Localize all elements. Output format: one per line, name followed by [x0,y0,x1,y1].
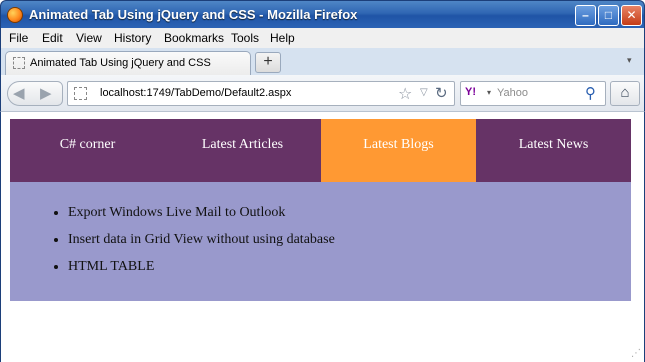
tab-csharp-corner[interactable]: C# corner [10,119,165,182]
browser-tab-strip: Animated Tab Using jQuery and CSS + ▾ [0,48,645,75]
search-input[interactable]: Yahoo [497,87,528,99]
page-viewport: C# corner Latest Articles Latest Blogs L… [0,112,645,362]
tab-widget: C# corner Latest Articles Latest Blogs L… [10,119,631,301]
search-engine-dropdown-icon[interactable]: ▾ [487,88,491,97]
tab-latest-blogs[interactable]: Latest Blogs [321,119,476,182]
url-bar[interactable]: localhost:1749/TabDemo/Default2.aspx ☆ ▽… [67,81,455,106]
window-title: Animated Tab Using jQuery and CSS - Mozi… [29,7,358,22]
menu-view[interactable]: View [76,31,102,45]
tab-latest-articles[interactable]: Latest Articles [165,119,320,182]
firefox-icon [7,7,23,23]
list-all-tabs-icon[interactable]: ▾ [627,55,632,66]
search-icon[interactable]: ⚲ [585,84,596,102]
menu-file[interactable]: File [9,31,28,45]
minimize-button[interactable]: – [575,5,596,26]
new-tab-button[interactable]: + [255,52,281,73]
menu-bookmarks[interactable]: Bookmarks [164,31,224,45]
tab-panel: Export Windows Live Mail to Outlook Inse… [10,182,631,301]
browser-tab-active[interactable]: Animated Tab Using jQuery and CSS [5,51,251,75]
url-dropdown-icon[interactable]: ▽ [420,87,428,98]
yahoo-icon[interactable]: Y! [465,86,476,98]
menu-tools[interactable]: Tools [231,31,259,45]
maximize-button[interactable]: □ [598,5,619,26]
menu-help[interactable]: Help [270,31,295,45]
blog-list: Export Windows Live Mail to Outlook Inse… [68,204,335,285]
list-item: HTML TABLE [68,258,335,285]
resize-grip-icon[interactable]: ⋰ [631,348,641,359]
bookmark-star-icon[interactable]: ☆ [398,84,412,104]
site-identity-icon[interactable] [74,87,87,100]
page-icon [13,57,25,69]
search-bar[interactable]: Y! ▾ Yahoo ⚲ [460,81,606,106]
close-button[interactable]: ✕ [621,5,642,26]
menu-history[interactable]: History [114,31,151,45]
list-item: Insert data in Grid View without using d… [68,231,335,258]
menu-bar: File Edit View History Bookmarks Tools H… [0,28,645,48]
home-button[interactable]: ⌂ [610,81,640,106]
back-arrow-icon[interactable]: ◀ [13,84,25,102]
list-item: Export Windows Live Mail to Outlook [68,204,335,231]
reload-icon[interactable]: ↻ [435,84,448,102]
browser-tab-title: Animated Tab Using jQuery and CSS [30,57,211,69]
menu-edit[interactable]: Edit [42,31,63,45]
url-text[interactable]: localhost:1749/TabDemo/Default2.aspx [100,87,291,99]
tab-latest-news-label: News [556,137,589,152]
tab-latest-news[interactable]: Latest News [476,119,631,182]
window-title-bar: Animated Tab Using jQuery and CSS - Mozi… [0,0,645,28]
forward-arrow-icon[interactable]: ▶ [40,84,52,102]
tab-row: C# corner Latest Articles Latest Blogs L… [10,119,631,182]
back-forward-group: ◀ ▶ [7,81,63,106]
navigation-toolbar: ◀ ▶ localhost:1749/TabDemo/Default2.aspx… [0,75,645,112]
